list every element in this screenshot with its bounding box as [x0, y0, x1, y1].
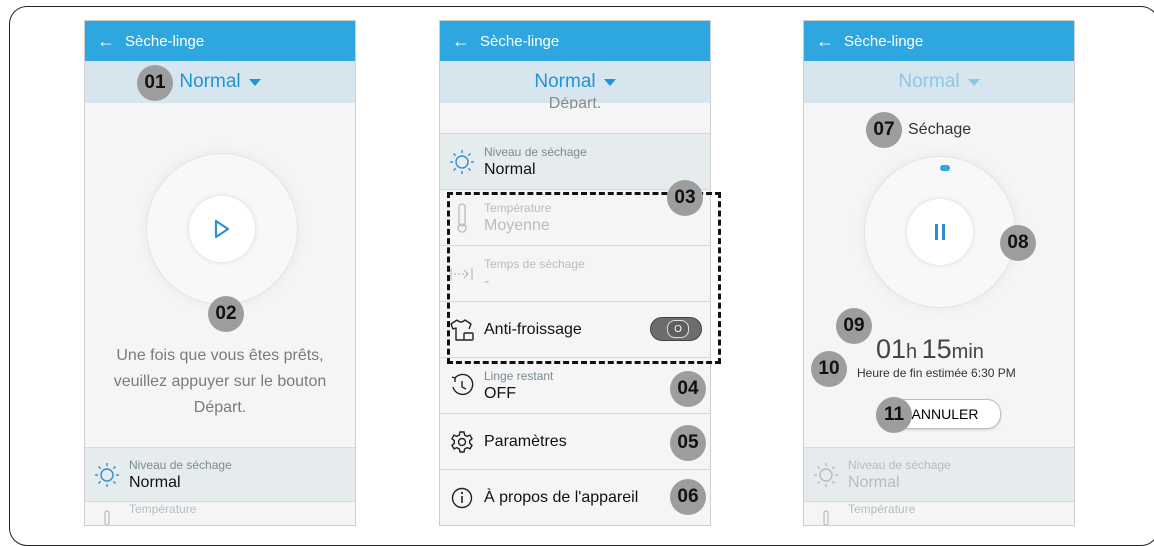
pause-button[interactable] — [907, 199, 973, 265]
sun-icon — [804, 462, 848, 488]
settings-label: Paramètres — [484, 433, 567, 450]
gear-icon — [440, 430, 484, 454]
start-button[interactable] — [189, 196, 255, 262]
remaining-time: 01h 15min — [876, 334, 984, 365]
app-bar: ← Sèche-linge — [85, 21, 355, 61]
mode-selector[interactable]: Normal — [85, 61, 355, 103]
drying-level-label: Niveau de séchage — [129, 457, 232, 472]
sun-icon — [440, 149, 484, 175]
about-label: À propos de l'appareil — [484, 489, 639, 506]
temperature-label: Température — [129, 502, 197, 516]
drying-level-row[interactable]: Niveau de séchage Normal — [85, 447, 355, 501]
mode-label: Normal — [898, 71, 960, 92]
progress-marker — [940, 165, 950, 171]
toggle-knob: O — [667, 320, 689, 338]
callout-badge: 03 — [667, 180, 703, 216]
mode-label: Normal — [179, 71, 241, 92]
drying-level-value: Normal — [129, 473, 181, 491]
drying-level-label: Niveau de séchage — [848, 457, 951, 472]
drying-level-value: Normal — [848, 473, 900, 491]
temperature-label: Température — [484, 201, 552, 215]
callout-badge: 07 — [866, 112, 902, 148]
drying-time-row[interactable]: Temps de séchage - — [440, 245, 710, 302]
arrow-to-bar-icon — [440, 266, 484, 282]
app-bar: ← Sèche-linge — [804, 21, 1074, 61]
drying-level-value: Normal — [484, 161, 536, 178]
remaining-value: OFF — [484, 385, 516, 402]
clock-icon — [440, 373, 484, 399]
anti-wrinkle-row[interactable]: Anti-froissage O — [440, 301, 710, 358]
scrolled-text: Départ. — [548, 97, 602, 109]
phone-screen-idle: ← Sèche-linge Normal Une fois que vous ê… — [84, 20, 356, 526]
callout-badge: 02 — [208, 296, 244, 332]
drying-time-value: - — [484, 273, 490, 290]
drying-level-label: Niveau de séchage — [484, 145, 587, 159]
sun-icon — [85, 462, 129, 488]
app-title: Sèche-linge — [844, 32, 924, 50]
remaining-label: Linge restant — [484, 369, 554, 383]
app-title: Sèche-linge — [125, 32, 205, 50]
instruction-text: Une fois que vous êtes prêts, veuillez a… — [85, 343, 355, 421]
back-arrow-icon[interactable]: ← — [816, 32, 834, 50]
caret-down-icon — [248, 78, 261, 86]
callout-badge: 08 — [1000, 225, 1036, 261]
callout-badge: 01 — [137, 65, 173, 101]
thermometer-icon — [440, 203, 484, 233]
drying-level-row: Niveau de séchage Normal — [804, 447, 1074, 501]
temperature-row[interactable]: Température — [85, 501, 355, 525]
caret-down-icon — [967, 78, 980, 86]
time-hours: 01 — [876, 334, 907, 364]
time-hours-unit: h — [906, 341, 918, 363]
callout-badge: 06 — [670, 479, 706, 515]
callout-badge: 09 — [836, 308, 872, 344]
thermometer-icon — [804, 502, 848, 525]
back-arrow-icon[interactable]: ← — [452, 32, 470, 50]
callout-badge: 10 — [811, 351, 847, 387]
back-arrow-icon[interactable]: ← — [97, 32, 115, 50]
mode-selector: Normal — [804, 61, 1074, 103]
callout-badge: 04 — [670, 371, 706, 407]
cycle-status: Séchage — [908, 121, 972, 138]
time-minutes: 15 — [921, 334, 952, 364]
anti-wrinkle-toggle[interactable]: O — [650, 317, 702, 341]
info-icon — [440, 487, 484, 509]
drying-time-label: Temps de séchage — [484, 257, 585, 271]
mode-label: Normal — [534, 71, 596, 92]
temperature-value: Moyenne — [484, 217, 550, 234]
shirt-icon — [440, 318, 484, 342]
callout-badge: 05 — [670, 425, 706, 461]
estimated-end-time: Heure de fin estimée 6:30 PM — [857, 366, 1016, 380]
instruction-line-2: veuillez appuyer sur le bouton — [113, 373, 327, 390]
cancel-label: ANNULER — [911, 406, 979, 422]
temperature-row: Température — [804, 501, 1074, 525]
spacer — [440, 109, 710, 133]
app-title: Sèche-linge — [480, 32, 560, 50]
anti-wrinkle-label: Anti-froissage — [484, 321, 582, 338]
pause-icon — [935, 224, 945, 240]
time-minutes-unit: min — [951, 341, 984, 363]
phone-screen-options: ← Sèche-linge Normal Départ. Niveau de s… — [439, 20, 711, 526]
phone-screen-running: ← Sèche-linge Normal Séchage 01h 15min H… — [803, 20, 1075, 526]
caret-down-icon — [603, 78, 616, 86]
thermometer-icon — [85, 502, 129, 525]
play-icon — [214, 219, 230, 239]
app-bar: ← Sèche-linge — [440, 21, 710, 61]
temperature-label: Température — [848, 502, 916, 516]
drying-level-row[interactable]: Niveau de séchage Normal — [440, 133, 710, 190]
instruction-line-3: Départ. — [193, 399, 247, 416]
callout-badge: 11 — [876, 397, 912, 433]
instruction-line-1: Une fois que vous êtes prêts, — [116, 347, 324, 364]
